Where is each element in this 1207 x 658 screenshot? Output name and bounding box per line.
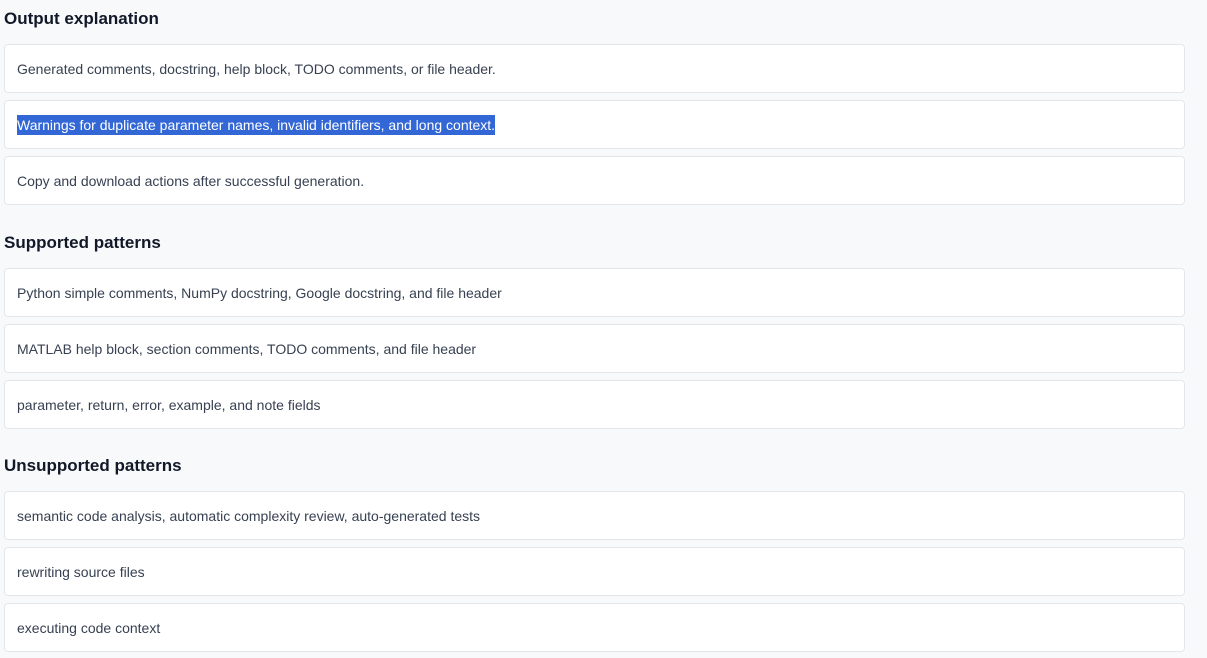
section-unsupported-patterns: Unsupported patterns semantic code analy… — [4, 455, 1185, 658]
list-item: Warnings for duplicate parameter names, … — [4, 100, 1185, 149]
list-item: rewriting source files — [4, 547, 1185, 596]
selected-text: Warnings for duplicate parameter names, … — [17, 114, 496, 135]
list-item: Copy and download actions after successf… — [4, 156, 1185, 205]
list-item: Python simple comments, NumPy docstring,… — [4, 268, 1185, 317]
list-item: Generated comments, docstring, help bloc… — [4, 44, 1185, 93]
list-item: MATLAB help block, section comments, TOD… — [4, 324, 1185, 373]
list-item-text: Generated comments, docstring, help bloc… — [17, 60, 496, 77]
section-title: Unsupported patterns — [4, 456, 182, 475]
supported-patterns-list: Python simple comments, NumPy docstring,… — [4, 268, 1185, 429]
list-item-text: semantic code analysis, automatic comple… — [17, 507, 481, 524]
list-item: parameter, return, error, example, and n… — [4, 380, 1185, 429]
section-title: Supported patterns — [4, 233, 161, 252]
list-item-text: Python simple comments, NumPy docstring,… — [17, 284, 502, 301]
page: Output explanation Generated comments, d… — [0, 0, 1207, 658]
unsupported-patterns-list: semantic code analysis, automatic comple… — [4, 491, 1185, 652]
list-item-text: parameter, return, error, example, and n… — [17, 396, 321, 413]
list-item-text: Copy and download actions after successf… — [17, 172, 365, 189]
list-item-text: rewriting source files — [17, 563, 145, 580]
section-title: Output explanation — [4, 9, 159, 28]
list-item: executing code context — [4, 603, 1185, 652]
list-item-text: MATLAB help block, section comments, TOD… — [17, 340, 477, 357]
list-item-text: executing code context — [17, 619, 161, 636]
section-supported-patterns: Supported patterns Python simple comment… — [4, 232, 1185, 436]
output-explanation-list: Generated comments, docstring, help bloc… — [4, 44, 1185, 205]
list-item: semantic code analysis, automatic comple… — [4, 491, 1185, 540]
section-output-explanation: Output explanation Generated comments, d… — [4, 8, 1185, 212]
